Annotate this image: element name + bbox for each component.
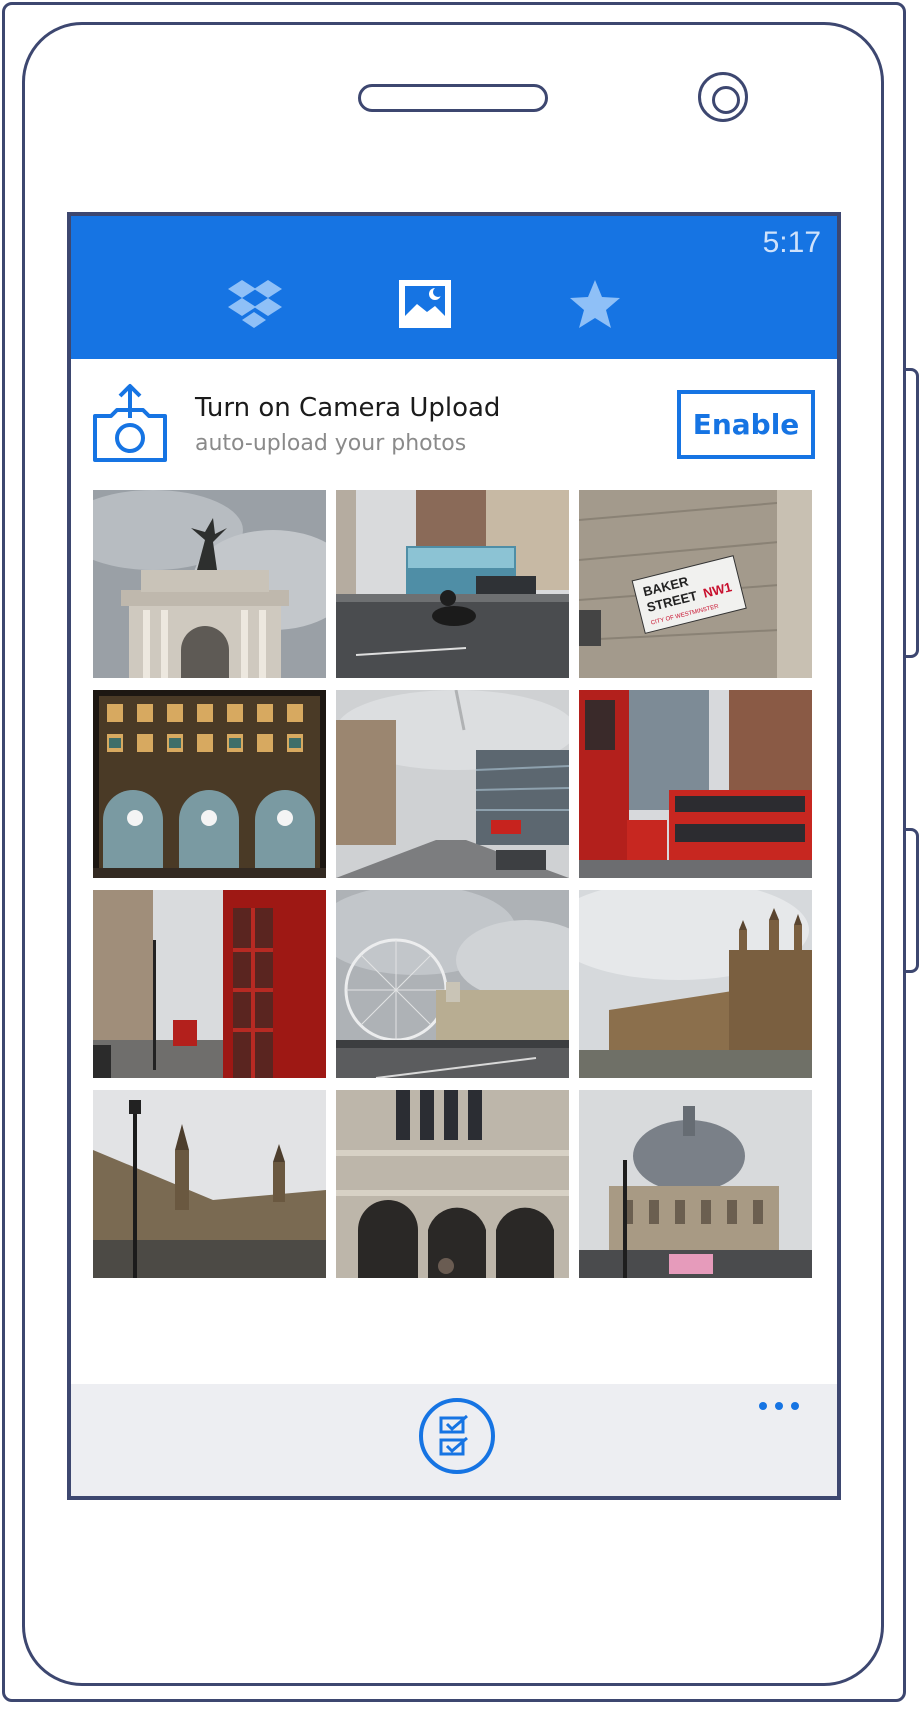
front-camera	[698, 72, 748, 122]
photo-apple-store	[93, 690, 326, 878]
status-time: 5:17	[762, 226, 821, 259]
photo-abbey-gate	[336, 1090, 569, 1278]
phone-screen: 5:17 Turn on Camera Upload auto-upload y…	[67, 212, 841, 1500]
more-button[interactable]	[759, 1396, 809, 1416]
photo-parliament	[579, 890, 812, 1078]
power-button	[905, 828, 919, 973]
camera-upload-icon	[93, 384, 167, 462]
photo-phone-box	[93, 890, 326, 1078]
photo-thumbnail[interactable]	[336, 690, 569, 878]
tab-files[interactable]	[224, 274, 284, 334]
photo-domed-building	[579, 1090, 812, 1278]
volume-button	[905, 368, 919, 658]
tab-photos[interactable]	[395, 274, 455, 334]
more-dots-icon	[775, 1402, 783, 1410]
speaker-slot	[358, 84, 548, 112]
select-checklist-icon	[439, 1414, 468, 1456]
photo-wellington-arch	[93, 490, 326, 678]
dropbox-icon	[228, 280, 282, 328]
top-bar: 5:17	[71, 216, 837, 359]
more-dots-icon	[791, 1402, 799, 1410]
photo-street-bus	[336, 490, 569, 678]
camera-upload-subtitle: auto-upload your photos	[195, 431, 467, 456]
photo-thumbnail[interactable]	[93, 1090, 326, 1278]
photo-grid: BAKER STREET NW1 CITY OF WESTMINSTER	[93, 490, 813, 1278]
photos-icon	[399, 280, 451, 328]
star-icon	[570, 280, 620, 328]
photo-thumbnail[interactable]	[93, 890, 326, 1078]
photo-thumbnail[interactable]	[336, 490, 569, 678]
photo-thumbnail[interactable]	[579, 890, 812, 1078]
photo-thumbnail[interactable]	[336, 890, 569, 1078]
more-dots-icon	[759, 1402, 767, 1410]
photo-thumbnail[interactable]: BAKER STREET NW1 CITY OF WESTMINSTER	[579, 490, 812, 678]
photo-london-eye	[336, 890, 569, 1078]
photo-thumbnail[interactable]	[579, 690, 812, 878]
enable-button[interactable]: Enable	[677, 390, 815, 459]
photo-thumbnail[interactable]	[93, 690, 326, 878]
app-bar	[71, 1384, 837, 1496]
select-button[interactable]	[419, 1398, 495, 1474]
photo-baker-street: BAKER STREET NW1 CITY OF WESTMINSTER	[579, 490, 812, 678]
photo-red-buses	[579, 690, 812, 878]
photo-thumbnail[interactable]	[93, 490, 326, 678]
photo-parliament-lamppost	[93, 1090, 326, 1278]
camera-upload-title: Turn on Camera Upload	[195, 393, 501, 423]
photo-thumbnail[interactable]	[579, 1090, 812, 1278]
tab-favorites[interactable]	[565, 274, 625, 334]
photo-thumbnail[interactable]	[336, 1090, 569, 1278]
photo-whitehall	[336, 690, 569, 878]
